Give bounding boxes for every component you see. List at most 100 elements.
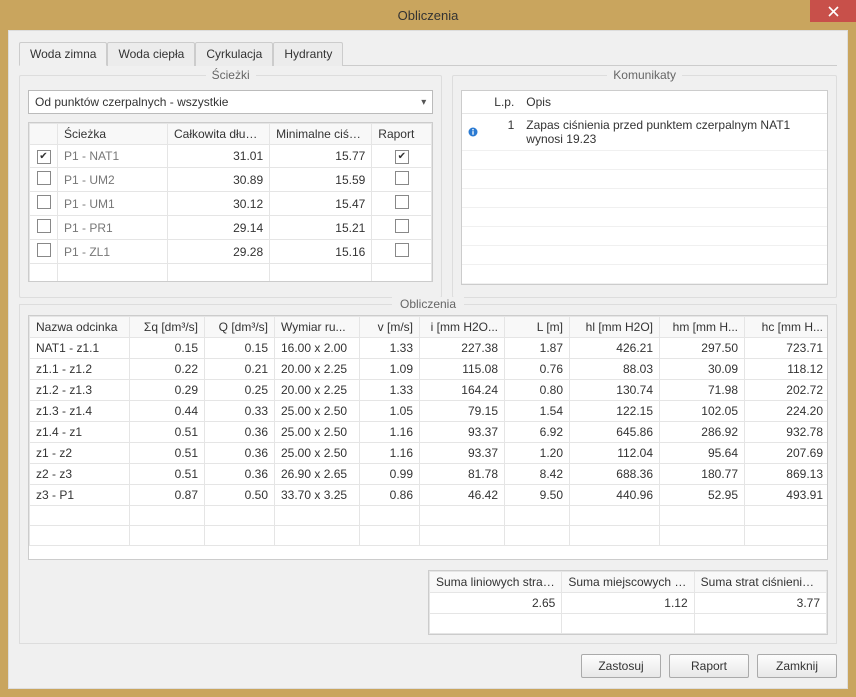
- col-hm[interactable]: hm [mm H...: [660, 317, 745, 338]
- col-sum-tot[interactable]: Suma strat ciśnienia ...: [694, 572, 826, 593]
- col-v[interactable]: v [m/s]: [360, 317, 420, 338]
- cell-dim: 25.00 x 2.50: [275, 443, 360, 464]
- tab-hydranty[interactable]: Hydranty: [273, 42, 343, 66]
- col-report[interactable]: Raport: [372, 124, 432, 145]
- chevron-down-icon: ▾: [421, 97, 426, 108]
- cell-i: 164.24: [420, 380, 505, 401]
- col-sum-loc[interactable]: Suma miejscowych s...: [562, 572, 694, 593]
- cell-hl: 122.15: [570, 401, 660, 422]
- table-row[interactable]: ✔P1 - NAT131.0115.77✔: [30, 145, 432, 168]
- paths-filter-value: Od punktów czerpalnych - wszystkie: [35, 95, 228, 109]
- cell-l: 1.54: [505, 401, 570, 422]
- titlebar: Obliczenia: [0, 0, 856, 30]
- paths-table-wrap: Ścieżka Całkowita długo... Minimalne ciś…: [28, 122, 433, 282]
- col-hl[interactable]: hl [mm H2O]: [570, 317, 660, 338]
- apply-button[interactable]: Zastosuj: [581, 654, 661, 678]
- col-hc[interactable]: hc [mm H...: [745, 317, 829, 338]
- cell-l: 8.42: [505, 464, 570, 485]
- col-dim[interactable]: Wymiar ru...: [275, 317, 360, 338]
- col-msg-icon[interactable]: [462, 91, 484, 113]
- table-row[interactable]: NAT1 - z1.10.150.1516.00 x 2.001.33227.3…: [30, 338, 829, 359]
- report-button[interactable]: Raport: [669, 654, 749, 678]
- cell-i: 93.37: [420, 422, 505, 443]
- col-msg-desc[interactable]: Opis: [520, 91, 827, 113]
- report-checkbox[interactable]: [395, 219, 409, 233]
- upper-panels: Ścieżki Od punktów czerpalnych - wszystk…: [19, 68, 837, 298]
- row-checkbox[interactable]: [37, 243, 51, 257]
- tab-cyrkulacja[interactable]: Cyrkulacja: [195, 42, 273, 66]
- table-row[interactable]: z1.2 - z1.30.290.2520.00 x 2.251.33164.2…: [30, 380, 829, 401]
- cell-name: z1.2 - z1.3: [30, 380, 130, 401]
- cell-i: 227.38: [420, 338, 505, 359]
- table-row[interactable]: z1 - z20.510.3625.00 x 2.501.1693.371.20…: [30, 443, 829, 464]
- cell-path: P1 - UM1: [58, 192, 168, 216]
- button-bar: Zastosuj Raport Zamknij: [19, 644, 837, 678]
- cell-v: 1.05: [360, 401, 420, 422]
- table-row[interactable]: z1.3 - z1.40.440.3325.00 x 2.501.0579.15…: [30, 401, 829, 422]
- cell-length: 29.14: [168, 216, 270, 240]
- table-row[interactable]: z3 - P10.870.5033.70 x 3.250.8646.429.50…: [30, 485, 829, 506]
- cell-i: 79.15: [420, 401, 505, 422]
- cell-sq: 0.51: [130, 443, 205, 464]
- col-i[interactable]: i [mm H2O...: [420, 317, 505, 338]
- col-q[interactable]: Q [dm³/s]: [205, 317, 275, 338]
- report-checkbox[interactable]: [395, 195, 409, 209]
- cell-minpress: 15.47: [270, 192, 372, 216]
- cell-sq: 0.29: [130, 380, 205, 401]
- col-path[interactable]: Ścieżka: [58, 124, 168, 145]
- col-msg-lp[interactable]: L.p.: [484, 91, 520, 113]
- summary-row[interactable]: 2.65 1.12 3.77: [430, 593, 827, 614]
- cell-i: 115.08: [420, 359, 505, 380]
- message-row[interactable]: 1Zapas ciśnienia przed punktem czerpalny…: [462, 114, 827, 151]
- blank-row: [30, 526, 829, 546]
- cell-i: 46.42: [420, 485, 505, 506]
- table-row[interactable]: P1 - UM230.8915.59: [30, 168, 432, 192]
- row-checkbox[interactable]: ✔: [37, 150, 51, 164]
- cell-path: P1 - NAT1: [58, 145, 168, 168]
- cell-sq: 0.44: [130, 401, 205, 422]
- cell-sq: 0.15: [130, 338, 205, 359]
- blank-row: [462, 227, 827, 246]
- col-sum-lin[interactable]: Suma liniowych strat ...: [430, 572, 562, 593]
- table-row[interactable]: P1 - UM130.1215.47: [30, 192, 432, 216]
- col-check[interactable]: [30, 124, 58, 145]
- table-row[interactable]: z1.1 - z1.20.220.2120.00 x 2.251.09115.0…: [30, 359, 829, 380]
- messages-table-wrap: L.p. Opis 1Zapas ciśnienia przed punktem…: [461, 90, 828, 285]
- close-button[interactable]: Zamknij: [757, 654, 837, 678]
- table-row[interactable]: P1 - ZL129.2815.16: [30, 240, 432, 264]
- cell-dim: 25.00 x 2.50: [275, 401, 360, 422]
- blank-row: [462, 170, 827, 189]
- table-row[interactable]: z2 - z30.510.3626.90 x 2.650.9981.788.42…: [30, 464, 829, 485]
- cell-length: 29.28: [168, 240, 270, 264]
- row-checkbox[interactable]: [37, 195, 51, 209]
- col-length[interactable]: Całkowita długo...: [168, 124, 270, 145]
- cell-hl: 112.04: [570, 443, 660, 464]
- cell-v: 1.33: [360, 338, 420, 359]
- cell-hc: 118.12: [745, 359, 829, 380]
- report-checkbox[interactable]: [395, 171, 409, 185]
- tab-woda-zimna[interactable]: Woda zimna: [19, 42, 107, 66]
- cell-lp: 1: [484, 114, 520, 150]
- paths-table: Ścieżka Całkowita długo... Minimalne ciś…: [29, 123, 432, 282]
- cell-hm: 52.95: [660, 485, 745, 506]
- cell-path: P1 - UM2: [58, 168, 168, 192]
- report-checkbox[interactable]: [395, 243, 409, 257]
- tab-woda-ciepla[interactable]: Woda ciepła: [107, 42, 195, 66]
- cell-minpress: 15.16: [270, 240, 372, 264]
- close-icon[interactable]: [810, 0, 856, 22]
- row-checkbox[interactable]: [37, 171, 51, 185]
- paths-filter-dropdown[interactable]: Od punktów czerpalnych - wszystkie ▾: [28, 90, 433, 114]
- table-row[interactable]: P1 - PR129.1415.21: [30, 216, 432, 240]
- table-row[interactable]: z1.4 - z10.510.3625.00 x 2.501.1693.376.…: [30, 422, 829, 443]
- col-minpress[interactable]: Minimalne ciśnie...: [270, 124, 372, 145]
- cell-length: 31.01: [168, 145, 270, 168]
- col-name[interactable]: Nazwa odcinka: [30, 317, 130, 338]
- col-l[interactable]: L [m]: [505, 317, 570, 338]
- blank-row: [462, 284, 827, 285]
- cell-dim: 25.00 x 2.50: [275, 422, 360, 443]
- messages-legend: Komunikaty: [607, 68, 682, 82]
- col-sq[interactable]: Σq [dm³/s]: [130, 317, 205, 338]
- cell-hm: 286.92: [660, 422, 745, 443]
- row-checkbox[interactable]: [37, 219, 51, 233]
- report-checkbox[interactable]: ✔: [395, 150, 409, 164]
